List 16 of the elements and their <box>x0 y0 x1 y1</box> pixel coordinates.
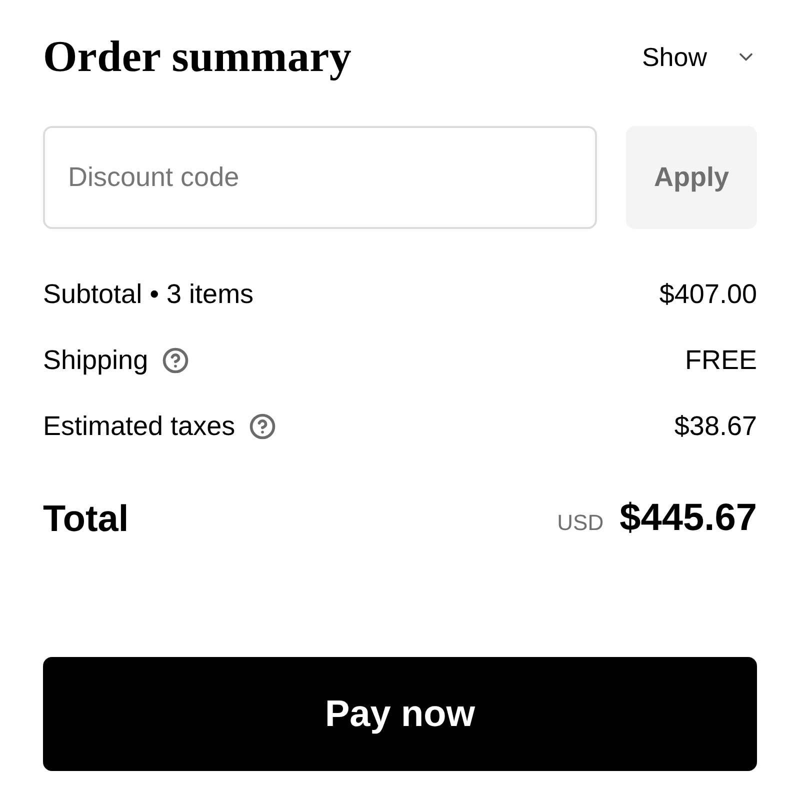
total-label: Total <box>43 500 129 536</box>
help-icon[interactable] <box>162 346 190 374</box>
line-value: $38.67 <box>674 412 757 440</box>
apply-button[interactable]: Apply <box>626 126 757 229</box>
line-value: FREE <box>684 346 757 374</box>
line-label: Estimated taxes <box>43 412 236 440</box>
discount-code-field[interactable]: Discount code <box>43 126 597 229</box>
line-label: Shipping <box>43 346 148 374</box>
pay-now-button[interactable]: Pay now <box>43 657 757 771</box>
help-icon[interactable] <box>249 412 276 440</box>
order-summary-title: Order summary <box>43 35 352 79</box>
line-label: Subtotal • 3 items <box>43 280 254 308</box>
show-toggle[interactable]: Show <box>642 44 757 70</box>
total-amount: $445.67 <box>620 499 757 537</box>
line-value: $407.00 <box>659 280 757 308</box>
currency-code: USD <box>557 512 604 534</box>
